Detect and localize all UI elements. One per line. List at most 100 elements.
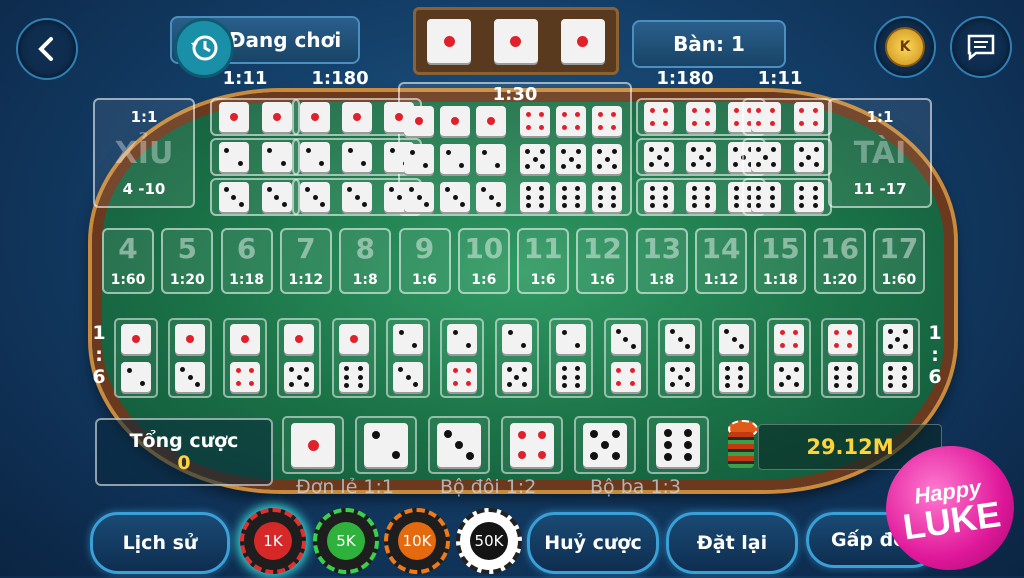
xiu-bet-area[interactable]: 1:1 XỈU 4 -10 [93,98,195,208]
any-triple-face-3 [404,182,506,212]
cancel-bet-button[interactable]: Huỷ cược [527,512,659,574]
triple-bet-3[interactable] [292,178,422,216]
combo-bet-2-6[interactable] [549,318,594,398]
combo-bet-1-5[interactable] [277,318,322,398]
sum-bet-4[interactable]: 4 1:60 [102,228,154,294]
combo-bet-2-4[interactable] [440,318,485,398]
combo-bet-4-5[interactable] [766,318,811,398]
combo-bet-1-3[interactable] [168,318,213,398]
sum-bet-17[interactable]: 17 1:60 [872,228,925,294]
pip [539,202,545,208]
combo-bet-3-5[interactable] [658,318,702,398]
pip [520,343,526,349]
double-bet-3[interactable] [210,178,300,216]
combo-bet-2-5[interactable] [494,318,539,398]
chip-5k[interactable]: 5K [313,508,379,574]
double-bet-4[interactable] [742,98,832,136]
tai-label: TÀI [853,135,907,171]
pip [398,367,403,372]
pip [769,186,775,192]
pip [731,336,737,342]
die-face-5 [773,362,804,392]
die-face-6 [828,362,859,392]
sum-odds: 1:12 [703,272,739,288]
sum-bet-10[interactable]: 10 1:6 [457,228,510,294]
sum-bet-13[interactable]: 13 1:8 [635,228,688,294]
sum-bet-12[interactable]: 12 1:6 [576,228,629,294]
sum-bet-6[interactable]: 6 1:18 [220,228,273,294]
history-button[interactable]: Lịch sử [90,512,230,574]
combo-bet-5-6[interactable] [875,318,920,398]
sum-bet-14[interactable]: 14 1:12 [695,228,747,294]
combo-bet-1-4[interactable] [222,318,267,398]
sum-bet-9[interactable]: 9 1:6 [398,228,451,294]
pip [616,367,622,373]
double-bet-6[interactable] [742,178,832,216]
pip [231,194,236,200]
triple-bet-2[interactable] [292,138,422,176]
pip [423,163,429,169]
sum-bet-8[interactable]: 8 1:8 [339,228,392,294]
sum-value: 12 [582,232,622,265]
sum-bet-7[interactable]: 7 1:12 [279,228,332,294]
single-bet-2[interactable] [355,416,417,474]
pip [769,202,775,208]
sum-bet-15[interactable]: 15 1:18 [754,228,807,294]
combo-bet-4-6[interactable] [821,318,866,398]
single-bet-1[interactable] [282,416,344,474]
chat-button[interactable] [950,16,1012,78]
pip [597,111,603,117]
die-face-6 [719,362,750,392]
pip [398,329,404,335]
pip [683,428,692,437]
result-die-3 [560,19,605,63]
die-face-4 [592,106,622,136]
combo-bet-1-6[interactable] [331,318,376,398]
single-bet-4[interactable] [501,416,563,474]
chip-10k[interactable]: 10K [384,508,450,574]
chip-50k[interactable]: 50K [456,508,522,574]
chip-1k[interactable]: 1K [240,508,306,574]
pip [812,121,818,127]
die-face-1 [218,102,249,132]
double-bet-5[interactable] [742,138,832,176]
single-bet-3[interactable] [428,416,490,474]
pip [725,366,731,372]
pip [525,202,531,208]
pip [396,194,402,200]
pip [770,147,776,152]
pip [812,194,818,200]
sum-bet-5[interactable]: 5 1:20 [161,228,214,294]
single-bet-6[interactable] [647,416,709,474]
double-bet-2[interactable] [210,138,300,176]
sum-value: 9 [414,232,435,265]
pip [132,335,140,343]
pip [539,125,545,131]
pip [281,202,287,207]
pip [663,186,669,192]
combo-bet-3-4[interactable] [603,318,648,398]
pip [525,186,531,192]
sum-bet-11[interactable]: 11 1:6 [517,228,570,294]
pip [798,162,804,167]
die-face-6 [338,362,369,392]
die-face-1 [404,106,434,136]
any-triple-face-1 [404,106,506,136]
tai-bet-area[interactable]: 1:1 TÀI 11 -17 [828,98,932,208]
reset-bet-button[interactable]: Đặt lại [666,512,798,574]
triple-left-odds: 1:180 [311,68,369,89]
pip [724,329,730,334]
pip [725,382,731,388]
pip [229,113,238,121]
triple-bet-1[interactable] [292,98,422,136]
combo-bet-3-6[interactable] [712,318,757,398]
pip [649,121,655,127]
coin-button[interactable]: K [874,16,936,78]
single-bet-5[interactable] [574,416,636,474]
combo-bet-2-3[interactable] [386,318,430,398]
back-button[interactable] [16,18,78,80]
pip [495,163,501,169]
double-bet-1[interactable] [210,98,300,136]
sum-bet-16[interactable]: 16 1:20 [813,228,866,294]
combo-bet-1-2[interactable] [114,318,158,398]
